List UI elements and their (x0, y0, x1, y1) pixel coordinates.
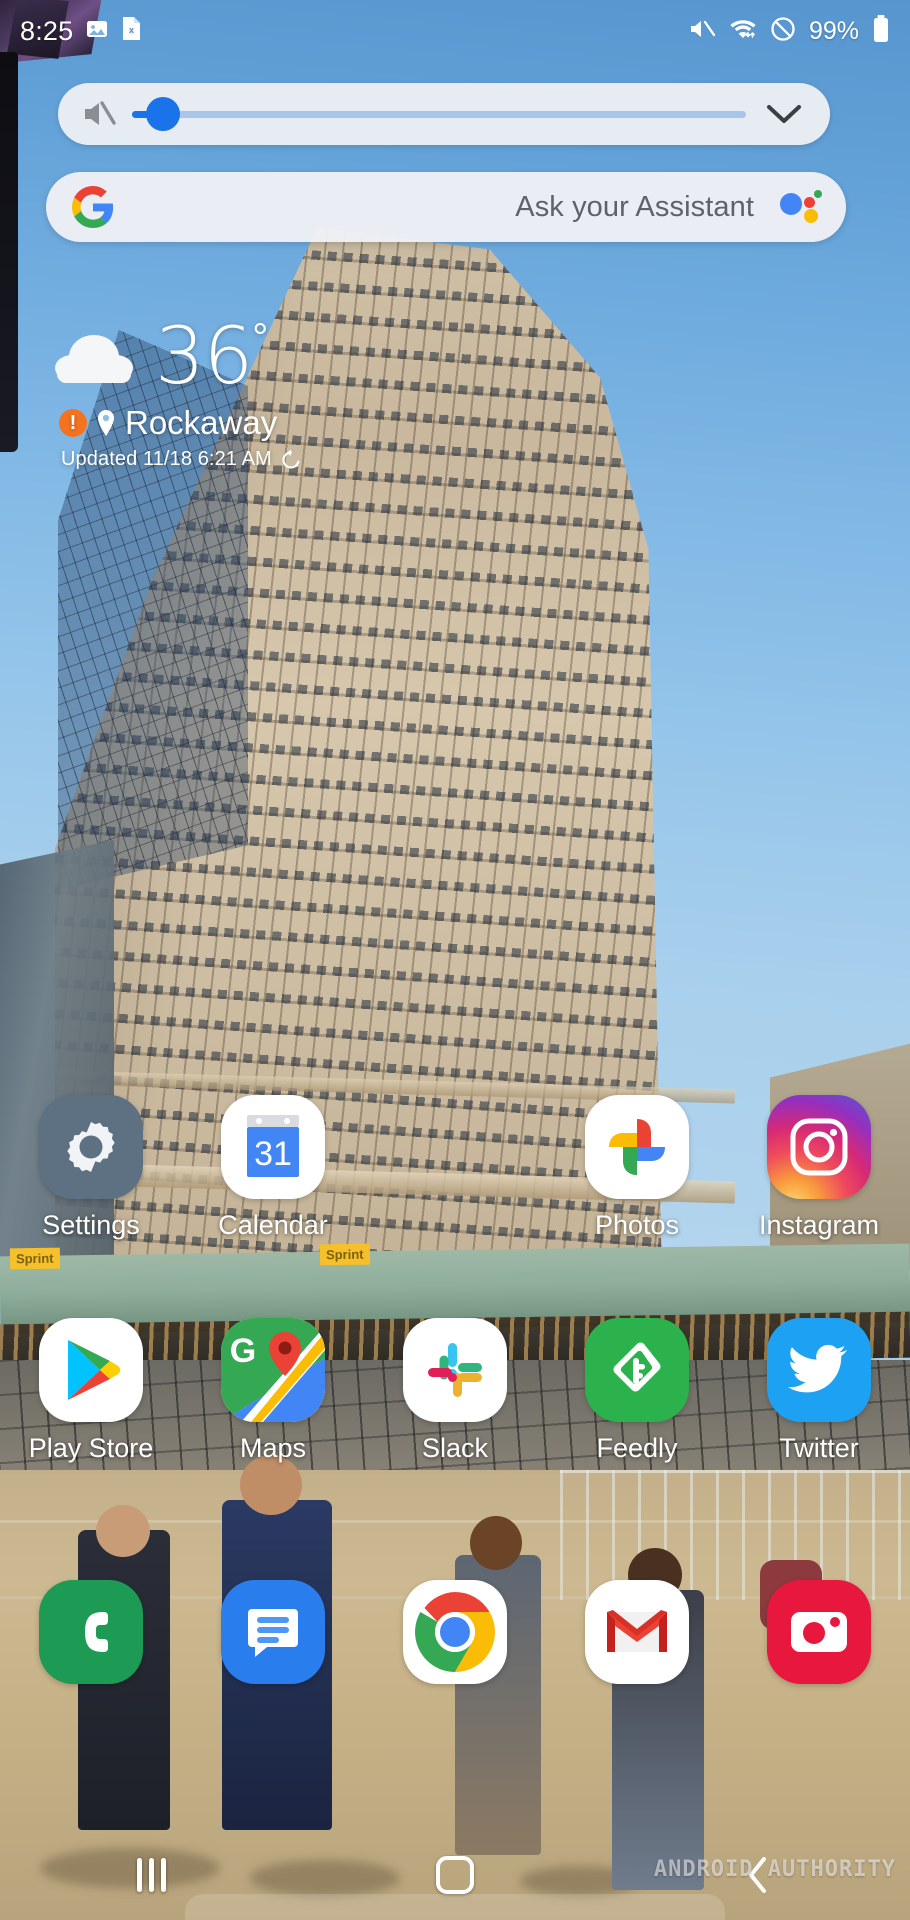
camera-icon[interactable] (767, 1580, 871, 1684)
slack-icon[interactable] (403, 1318, 507, 1422)
dock (0, 1580, 910, 1695)
gmail-icon[interactable] (585, 1580, 689, 1684)
pedestrian-head (96, 1505, 150, 1557)
twitter-bird-icon[interactable] (767, 1318, 871, 1422)
app-label: Calendar (218, 1210, 328, 1240)
dock-camera[interactable] (728, 1580, 910, 1695)
app-label: Play Store (28, 1433, 154, 1463)
xls-file-icon[interactable]: x (121, 16, 142, 46)
battery-icon (872, 14, 890, 48)
svg-text:G: G (230, 1332, 256, 1370)
chevron-down-icon[interactable] (764, 94, 804, 134)
weather-updated-row: Updated 11/18 6:21 AM (61, 448, 302, 471)
settings-gear-icon[interactable] (39, 1095, 143, 1199)
app-feedly[interactable]: Feedly (546, 1318, 728, 1464)
pedestrian-head (240, 1455, 302, 1515)
dock-chrome[interactable] (364, 1580, 546, 1695)
weather-primary-row: 36° (55, 318, 302, 396)
sprint-sign: Sprint (319, 1243, 370, 1266)
dock-messages[interactable] (182, 1580, 364, 1695)
app-play-store[interactable]: Play Store (0, 1318, 182, 1464)
app-label: Feedly (596, 1433, 678, 1463)
feedly-icon[interactable] (585, 1318, 689, 1422)
app-label: Instagram (758, 1210, 880, 1240)
svg-text:31: 31 (254, 1135, 292, 1173)
weather-location-row[interactable]: ! Rockaway (59, 404, 302, 442)
mute-icon (688, 17, 716, 46)
status-bar-left: 8:25 x (20, 16, 142, 47)
volume-slider-track[interactable] (132, 110, 746, 118)
calendar-icon[interactable]: 31 (221, 1095, 325, 1199)
location-pin-icon (96, 409, 116, 437)
app-twitter[interactable]: Twitter (728, 1318, 910, 1464)
status-bar: 8:25 x 99% (0, 0, 910, 62)
weather-temperature: 36 (155, 312, 253, 402)
refresh-icon[interactable] (280, 449, 302, 471)
google-assistant-icon[interactable] (780, 187, 824, 227)
assistant-search-bar[interactable]: Ask your Assistant (46, 172, 846, 242)
google-play-icon[interactable] (39, 1318, 143, 1422)
wifi-icon (729, 17, 757, 46)
app-label: Slack (421, 1433, 489, 1463)
app-row-2: Play Store G Maps Slack Feedly Twitter (0, 1318, 910, 1464)
phone-icon[interactable] (39, 1580, 143, 1684)
google-maps-icon[interactable]: G (221, 1318, 325, 1422)
pedestrian-head (470, 1516, 522, 1570)
weather-temperature-group: 36° (155, 318, 268, 396)
app-row-1: Settings 31 Calendar Photos Instagram (0, 1095, 910, 1241)
assistant-prompt-text[interactable]: Ask your Assistant (114, 191, 780, 224)
app-calendar[interactable]: 31 Calendar (182, 1095, 364, 1241)
volume-slider[interactable] (132, 94, 746, 134)
image-icon[interactable] (85, 17, 109, 46)
gesture-pill (185, 1894, 725, 1920)
weather-widget[interactable]: 36° ! Rockaway Updated 11/18 6:21 AM (55, 318, 302, 471)
svg-text:x: x (129, 25, 134, 35)
watermark: ANDROID AUTHORITY (653, 1857, 896, 1882)
volume-muted-icon[interactable] (80, 95, 118, 133)
instagram-icon[interactable] (767, 1095, 871, 1199)
degree-symbol: ° (252, 316, 269, 360)
app-label: Settings (42, 1210, 140, 1240)
app-label: Maps (239, 1433, 307, 1463)
weather-alert-icon[interactable]: ! (59, 409, 87, 437)
dock-gmail[interactable] (546, 1580, 728, 1695)
app-settings[interactable]: Settings (0, 1095, 182, 1241)
messages-icon[interactable] (221, 1580, 325, 1684)
sprint-sign: Sprint (9, 1247, 60, 1270)
volume-panel[interactable] (58, 83, 830, 145)
app-slack[interactable]: Slack (364, 1318, 546, 1464)
battery-percent: 99% (808, 16, 859, 45)
phone-screen: Sprint Sprint 8:25 x 99% Ask your Assist… (0, 0, 910, 1920)
google-g-logo[interactable] (72, 186, 114, 228)
chrome-icon[interactable] (403, 1580, 507, 1684)
google-photos-icon[interactable] (585, 1095, 689, 1199)
do-not-disturb-icon (770, 16, 796, 47)
app-maps[interactable]: G Maps (182, 1318, 364, 1464)
clock: 8:25 (20, 15, 74, 46)
weather-updated-text: Updated 11/18 6:21 AM (61, 448, 272, 470)
home-icon[interactable] (435, 1856, 474, 1894)
recents-icon[interactable] (137, 1858, 167, 1892)
dark-building-edge (0, 52, 18, 452)
app-photos[interactable]: Photos (546, 1095, 728, 1241)
dock-phone[interactable] (0, 1580, 182, 1695)
app-label: Twitter (779, 1433, 859, 1463)
volume-slider-thumb[interactable] (146, 97, 180, 131)
app-instagram[interactable]: Instagram (728, 1095, 910, 1241)
weather-location[interactable]: Rockaway (125, 404, 277, 442)
cloud-icon (55, 331, 133, 383)
status-bar-right: 99% (688, 14, 890, 48)
app-label: Photos (594, 1210, 680, 1240)
